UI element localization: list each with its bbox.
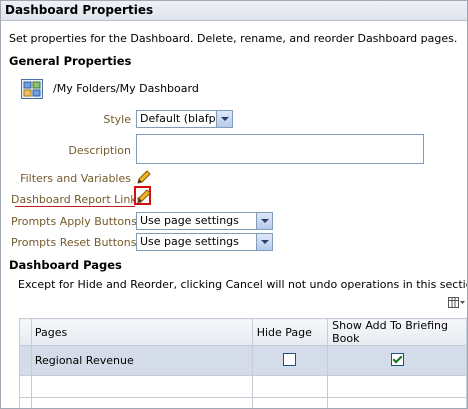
briefing-book-checkbox[interactable] [390, 352, 404, 366]
prompts-apply-value: Use page settings [140, 214, 239, 227]
prompts-reset-select[interactable]: Use page settings [136, 233, 273, 251]
pencil-icon[interactable] [136, 188, 152, 204]
hide-page-checkbox[interactable] [283, 352, 297, 366]
empty-cell [251, 397, 329, 408]
column-header-briefing-book[interactable]: Show Add To Briefing Book [327, 318, 467, 346]
empty-cell [327, 375, 467, 398]
dropdown-arrow-icon[interactable] [256, 234, 272, 250]
style-select[interactable]: Default (blafp) [136, 110, 233, 128]
pages-table: Pages Hide Page Show Add To Briefing Boo… [19, 318, 467, 408]
row-selector-header [19, 318, 32, 346]
report-links-label: Dashboard Report Links [11, 193, 143, 206]
empty-cell [30, 375, 253, 398]
table-header-row: Pages Hide Page Show Add To Briefing Boo… [19, 318, 467, 346]
empty-cell [30, 397, 253, 408]
pencil-icon[interactable] [136, 169, 152, 185]
column-header-hide-page[interactable]: Hide Page [251, 318, 329, 346]
dashboard-path: /My Folders/My Dashboard [53, 82, 199, 95]
filters-variables-label: Filters and Variables [20, 172, 131, 185]
dialog: Dashboard Properties Set properties for … [0, 0, 468, 409]
dialog-title: Dashboard Properties [5, 3, 154, 17]
intro-text: Set properties for the Dashboard. Delete… [9, 32, 458, 45]
description-label: Description [68, 144, 131, 157]
row-selector[interactable] [19, 345, 32, 376]
prompts-reset-label: Prompts Reset Buttons [11, 236, 137, 249]
prompts-apply-select[interactable]: Use page settings [136, 212, 273, 230]
pages-note: Except for Hide and Reorder, clicking Ca… [18, 278, 468, 291]
column-settings-icon[interactable] [448, 296, 466, 310]
prompts-apply-label: Prompts Apply Buttons [11, 215, 137, 228]
description-field[interactable] [136, 134, 424, 164]
table-row [19, 375, 467, 398]
hide-page-cell [251, 345, 329, 376]
page-name: Regional Revenue [30, 345, 253, 376]
empty-cell [19, 375, 32, 398]
briefing-book-cell [327, 345, 467, 376]
dashboard-icon [21, 79, 43, 99]
dashboard-pages-heading: Dashboard Pages [9, 258, 122, 272]
empty-cell [19, 397, 32, 408]
title-bar: Dashboard Properties [1, 1, 467, 21]
general-properties-heading: General Properties [9, 54, 132, 68]
style-label: Style [103, 113, 131, 126]
empty-cell [327, 397, 467, 408]
table-row[interactable]: Regional Revenue [19, 345, 467, 376]
empty-cell [251, 375, 329, 398]
style-select-value: Default (blafp) [140, 112, 220, 125]
column-header-pages[interactable]: Pages [30, 318, 253, 346]
prompts-reset-value: Use page settings [140, 235, 239, 248]
highlight-underline [15, 206, 135, 207]
table-row [19, 397, 467, 408]
dropdown-arrow-icon[interactable] [216, 111, 232, 127]
dropdown-arrow-icon[interactable] [256, 213, 272, 229]
